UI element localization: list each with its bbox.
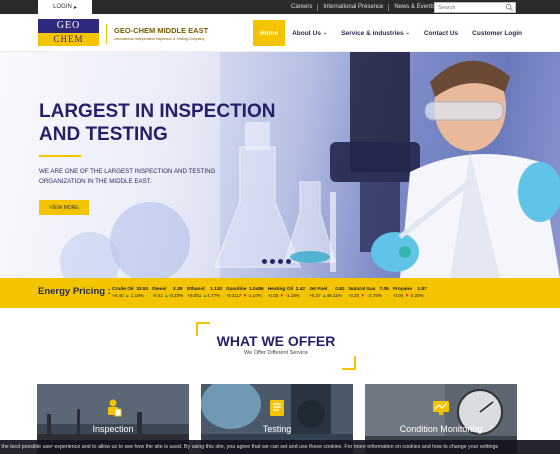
- slider-dot[interactable]: [270, 259, 275, 264]
- ticker-name: Natural Gas: [348, 287, 376, 292]
- ticker-name: Jet Fuel: [309, 287, 328, 292]
- ticker-name: Ethanol: [187, 287, 205, 292]
- card-label-condition-monitoring: Condition Monitoring: [399, 424, 483, 434]
- company-name: GEO-CHEM MIDDLE EAST: [114, 26, 209, 35]
- cookie-text: ou the best possible user experience and…: [0, 444, 499, 450]
- top-bar: LOGIN ▸ Careers International Presence N…: [0, 0, 560, 14]
- ticker-price: 1.120: [210, 287, 223, 292]
- geochem-logo[interactable]: GEO CHEM: [38, 19, 99, 46]
- chevron-down-icon: ⌄: [405, 30, 410, 36]
- nav-customer-login[interactable]: Customer Login: [465, 20, 529, 46]
- nav-home[interactable]: Home: [253, 20, 286, 46]
- nav-home-label: Home: [260, 29, 279, 37]
- arrow-up-icon: ▲: [124, 293, 130, 298]
- decorative-bracket: [342, 356, 356, 370]
- ticker-percent: -2.20%: [409, 293, 424, 298]
- energy-pricing-bar: Energy Pricing : Crude Oil 33.92 +0.40 ▲…: [0, 278, 560, 308]
- ticker-change: +0.40: [112, 293, 124, 298]
- ticker-name: Crude Oil: [112, 287, 134, 292]
- ticker-name: Diesel: [152, 287, 167, 292]
- ticker-change: -0.01: [152, 293, 163, 298]
- login-label: LOGIN: [53, 4, 72, 10]
- slider-dot[interactable]: [278, 259, 283, 264]
- ticker-item: Gasoline 1.0486 -0.0117 ▼-1.10%: [226, 287, 264, 298]
- nav-customer-login-label: Customer Login: [472, 29, 523, 37]
- ticker-price: 0.82: [335, 287, 345, 292]
- ticker-item: Crude Oil 33.92 +0.40 ▲ 1.19%: [112, 287, 148, 298]
- inspector-icon: [108, 399, 122, 417]
- card-label-inspection: Inspection: [92, 424, 134, 434]
- chevron-down-icon: ⌄: [322, 30, 328, 36]
- hero-slider: LARGEST IN INSPECTION AND TESTING WE ARE…: [0, 52, 560, 278]
- company-tagline: International Independent Inspection & T…: [114, 37, 205, 41]
- energy-tickers: Crude Oil 33.92 +0.40 ▲ 1.19% Diesel 2.3…: [112, 287, 431, 298]
- ticker-item: Heating Oil 2.42 -0.03 ▼ -1.18%: [268, 287, 305, 298]
- card-label-testing: Testing: [262, 424, 292, 434]
- monitor-chart-icon: [433, 401, 449, 415]
- ticker-item: Jet Fuel 0.82 +0.27 ▲48.11%: [309, 287, 344, 298]
- slider-dot[interactable]: [286, 259, 291, 264]
- ticker-item: Ethanol 1.120 +0.051 ▲4.77%: [187, 287, 222, 298]
- ticker-change: -0.04: [392, 293, 404, 298]
- slider-dots: [262, 259, 291, 264]
- top-link-news-events[interactable]: News & Events: [389, 4, 440, 11]
- top-link-international-presence[interactable]: International Presence: [318, 3, 390, 11]
- search-input[interactable]: [434, 2, 516, 13]
- energy-pricing-title: Energy Pricing :: [38, 286, 111, 297]
- site-header: GEO CHEM GEO-CHEM MIDDLE EAST Internatio…: [0, 14, 560, 52]
- top-link-careers[interactable]: Careers: [286, 3, 319, 11]
- nav-service-industries[interactable]: Service & industries ⌄: [334, 20, 417, 46]
- ticker-percent: 48.11%: [326, 293, 342, 298]
- ticker-change: -0.0117: [226, 293, 242, 298]
- ticker-price: 7.06: [379, 287, 389, 292]
- top-links: Careers International Presence News & Ev…: [286, 0, 440, 14]
- logo-divider: [106, 24, 107, 44]
- ticker-percent: 4.77%: [207, 293, 221, 298]
- hero-subtitle: WE ARE ONE OF THE LARGEST INSPECTION AND…: [39, 168, 216, 185]
- ticker-price: 1.0486: [249, 287, 264, 292]
- ticker-price: 1.87: [417, 287, 427, 292]
- ticker-price: 2.35: [173, 287, 183, 292]
- arrow-down-icon: ▼: [279, 293, 285, 298]
- ticker-name: Propane: [392, 287, 413, 292]
- section-subtitle: We Offer Different Service: [244, 350, 308, 356]
- ticker-change: +0.27: [309, 293, 321, 298]
- nav-contact-us[interactable]: Contact Us: [417, 20, 465, 46]
- ticker-item: Natural Gas 7.06 -0.20 ▼ -2.75%: [349, 287, 389, 298]
- ticker-percent: -2.75%: [367, 293, 382, 298]
- logo-bottom-text: CHEM: [38, 33, 99, 46]
- login-button[interactable]: LOGIN ▸: [38, 0, 92, 14]
- ticker-change: +0.051: [187, 293, 202, 298]
- hero-title: LARGEST IN INSPECTION AND TESTING: [39, 101, 276, 145]
- hero-title-underline: [39, 155, 81, 157]
- ticker-item: Diesel 2.35 -0.01 ▲-0.33%: [152, 287, 183, 298]
- slider-dot[interactable]: [262, 259, 267, 264]
- what-we-offer-section: WHAT WE OFFER We Offer Different Service…: [0, 308, 560, 454]
- ticker-price: 2.42: [295, 287, 306, 292]
- hero-lab-image: [0, 52, 560, 278]
- nav-service-label: Service & industries: [341, 29, 404, 37]
- section-title: WHAT WE OFFER: [216, 333, 336, 349]
- ticker-item: Propane 1.87 -0.04 ▼-2.20%: [393, 287, 427, 298]
- view-more-button[interactable]: VIEW MORE: [39, 200, 89, 215]
- main-nav: Home About Us ⌄ Service & industries ⌄ Con…: [253, 20, 529, 46]
- caret-right-icon: ▸: [73, 4, 77, 11]
- nav-about-us[interactable]: About Us ⌄: [285, 20, 334, 46]
- ticker-percent: -1.10%: [247, 293, 262, 298]
- ticker-percent: -0.33%: [168, 293, 184, 298]
- nav-contact-label: Contact Us: [423, 29, 459, 37]
- cookie-banner: ou the best possible user experience and…: [0, 440, 560, 454]
- ticker-percent: 1.19%: [130, 293, 144, 298]
- ticker-name: Heating Oil: [267, 287, 294, 292]
- search-icon[interactable]: [505, 3, 514, 12]
- nav-about-label: About Us: [292, 29, 321, 37]
- arrow-down-icon: ▼: [360, 293, 365, 298]
- ticker-change: -0.03: [267, 293, 279, 298]
- ticker-change: -0.20: [348, 293, 360, 298]
- logo-top-text: GEO: [56, 20, 81, 31]
- ticker-name: Gasoline: [226, 287, 247, 292]
- ticker-price: 33.92: [136, 287, 149, 292]
- ticker-percent: -1.18%: [285, 293, 300, 298]
- document-icon: [270, 400, 284, 416]
